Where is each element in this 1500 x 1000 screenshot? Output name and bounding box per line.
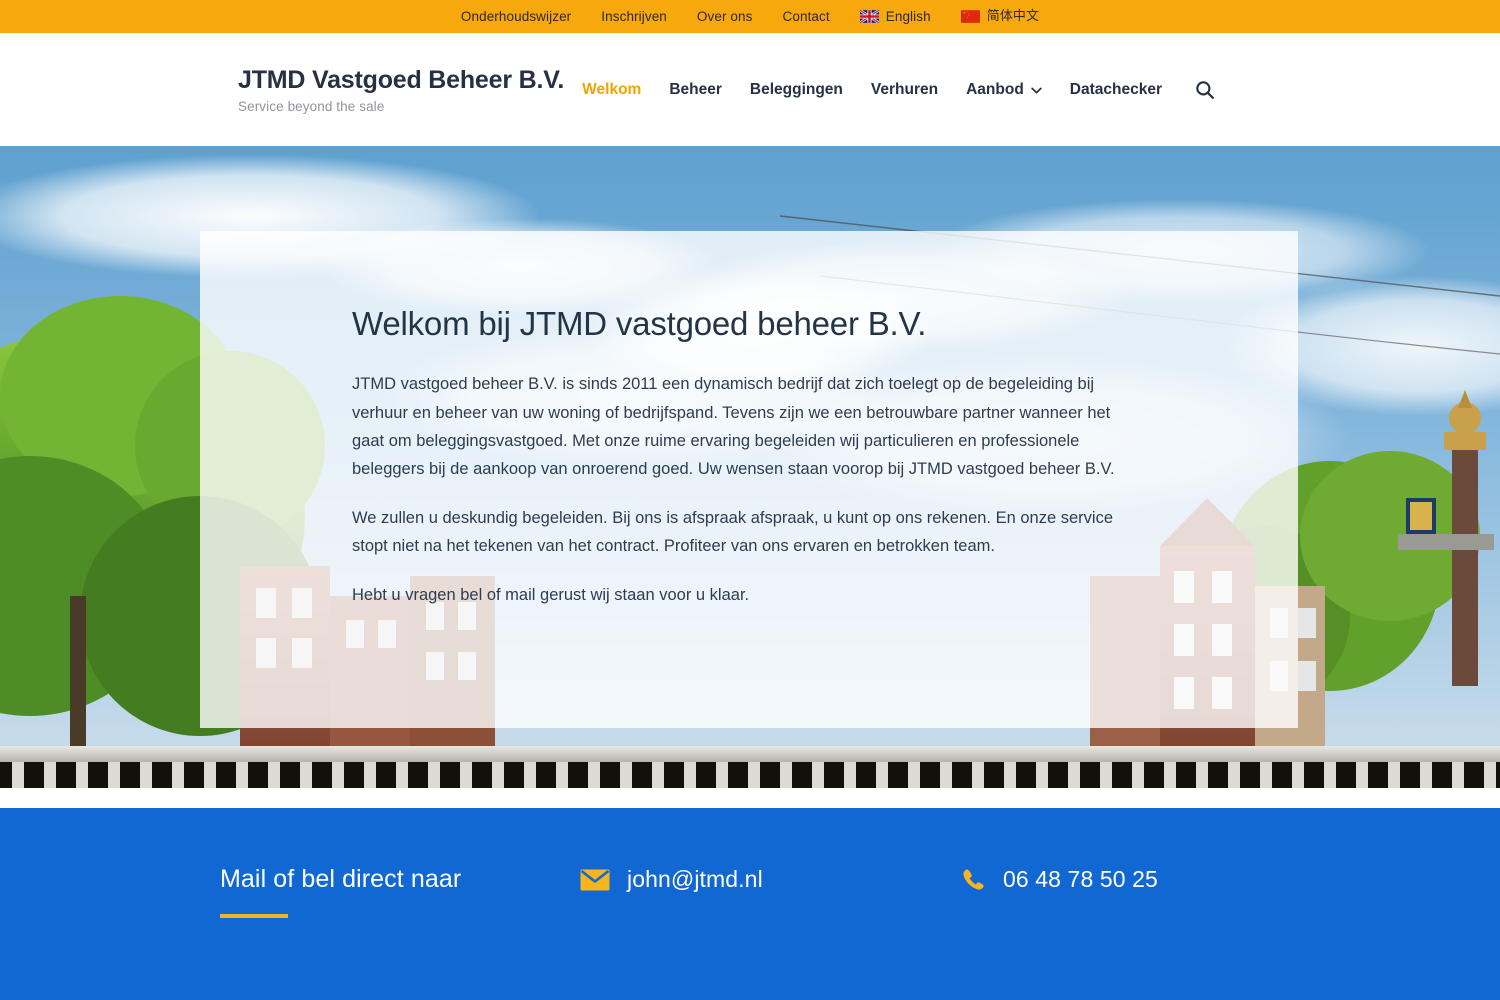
hero-paragraph-1: JTMD vastgoed beheer B.V. is sinds 2011 … bbox=[352, 375, 1115, 479]
footer-email-link[interactable]: john@jtmd.nl bbox=[627, 866, 763, 893]
nav-label-datachecker: Datachecker bbox=[1069, 80, 1162, 98]
section-gap bbox=[0, 788, 1500, 808]
nav-label-aanbod: Aanbod bbox=[966, 80, 1024, 98]
contact-footer: Mail of bel direct naar john@jtmd.nl 06 … bbox=[0, 808, 1500, 1000]
uk-flag-icon bbox=[859, 10, 879, 23]
hero-paragraph-2: We zullen u deskundig begeleiden. Bij on… bbox=[352, 508, 1113, 556]
phone-icon bbox=[963, 868, 984, 890]
brand-tagline: Service beyond the sale bbox=[238, 99, 385, 114]
brand-title: JTMD Vastgoed Beheer B.V. bbox=[238, 66, 565, 94]
nav-label-welkom: Welkom bbox=[582, 80, 642, 98]
utility-topbar: Onderhoudswijzer Inschrijven Over ons Co… bbox=[0, 0, 1500, 33]
language-label-chinese: 简体中文 bbox=[986, 9, 1040, 24]
nav-item-datachecker[interactable]: Datachecker bbox=[1070, 82, 1162, 98]
topbar-link-inschrijven[interactable]: Inschrijven bbox=[601, 10, 667, 24]
footer-title: Mail of bel direct naar bbox=[220, 865, 462, 893]
hero-content-card: Welkom bij JTMD vastgoed beheer B.V. JTM… bbox=[200, 231, 1298, 728]
language-label-english: English bbox=[885, 8, 931, 24]
footer-phone-link[interactable]: 06 48 78 50 25 bbox=[1003, 866, 1158, 893]
nav-item-verhuren[interactable]: Verhuren bbox=[871, 82, 938, 98]
nav-label-beheer: Beheer bbox=[669, 80, 722, 98]
hero-paragraph-3: Hebt u vragen bel of mail gerust wij sta… bbox=[352, 585, 750, 604]
nav-item-beheer[interactable]: Beheer bbox=[669, 82, 722, 98]
hero-section: Welkom bij JTMD vastgoed beheer B.V. JTM… bbox=[0, 146, 1500, 788]
search-icon bbox=[1196, 80, 1214, 99]
footer-email-block[interactable]: john@jtmd.nl bbox=[580, 866, 960, 893]
topbar-link-contact[interactable]: Contact bbox=[783, 10, 830, 24]
page-title: Welkom bij JTMD vastgoed beheer B.V. bbox=[352, 305, 927, 342]
footer-title-block: Mail of bel direct naar bbox=[220, 865, 580, 918]
topbar-links-group: Onderhoudswijzer Inschrijven Over ons Co… bbox=[461, 10, 1039, 24]
topbar-link-onderhoudswijzer[interactable]: Onderhoudswijzer bbox=[461, 10, 571, 24]
footer-inner: Mail of bel direct naar john@jtmd.nl 06 … bbox=[0, 865, 1500, 918]
search-button[interactable] bbox=[1192, 77, 1218, 103]
language-switch-chinese[interactable]: 简体中文 bbox=[960, 9, 1040, 24]
main-navigation: Welkom Beheer Beleggingen Verhuren Aanbo… bbox=[582, 77, 1218, 103]
topbar-link-over-ons[interactable]: Over ons bbox=[697, 10, 753, 24]
footer-phone-block[interactable]: 06 48 78 50 25 bbox=[960, 866, 1158, 893]
chevron-down-icon bbox=[1031, 87, 1042, 94]
nav-item-beleggingen[interactable]: Beleggingen bbox=[750, 82, 843, 98]
envelope-icon bbox=[580, 869, 610, 890]
china-flag-icon bbox=[960, 10, 980, 23]
site-logo[interactable]: JTMD Vastgoed Beheer B.V. Service beyond… bbox=[238, 65, 564, 114]
language-switch-english[interactable]: English bbox=[859, 8, 931, 24]
nav-item-aanbod[interactable]: Aanbod bbox=[966, 82, 1042, 98]
nav-item-welkom[interactable]: Welkom bbox=[582, 82, 641, 98]
page-root: Onderhoudswijzer Inschrijven Over ons Co… bbox=[0, 0, 1500, 1000]
site-header: JTMD Vastgoed Beheer B.V. Service beyond… bbox=[0, 33, 1500, 146]
nav-label-beleggingen: Beleggingen bbox=[749, 80, 843, 98]
nav-label-verhuren: Verhuren bbox=[870, 80, 939, 98]
footer-title-underline bbox=[220, 913, 288, 918]
